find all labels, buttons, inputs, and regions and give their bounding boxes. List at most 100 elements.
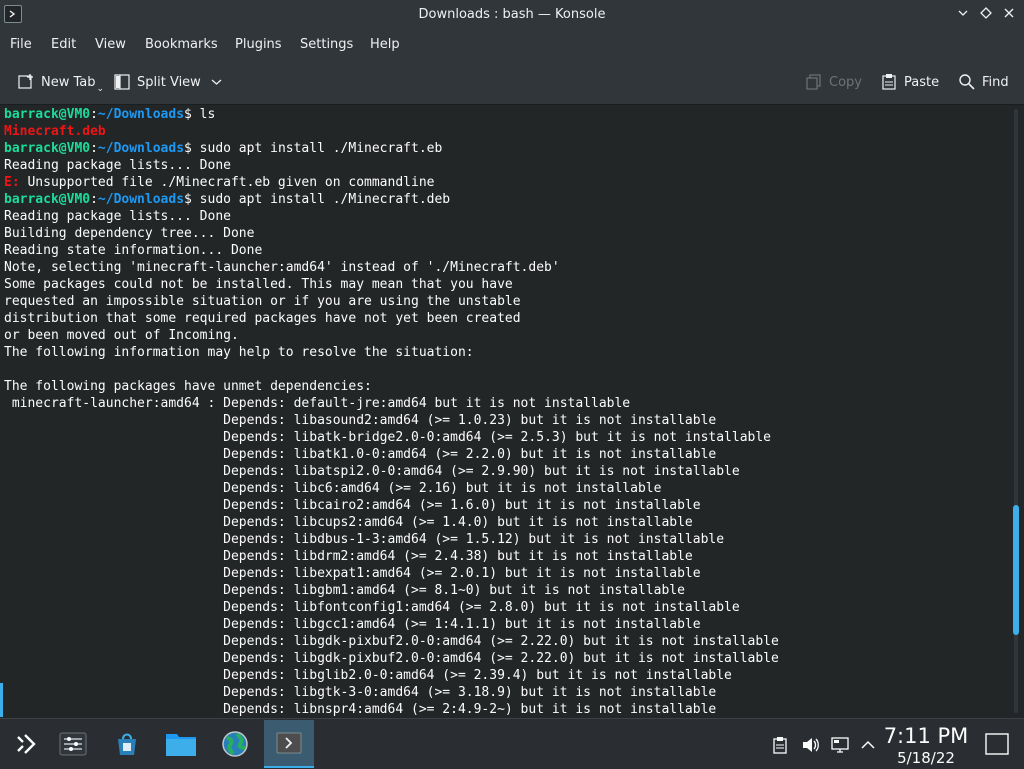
menu-plugins[interactable]: Plugins — [235, 37, 282, 52]
terminal-line: Minecraft.deb — [4, 123, 779, 140]
terminal-line: Depends: libasound2:amd64 (>= 1.0.23) bu… — [4, 412, 779, 429]
output-text: The following information may help to re… — [4, 345, 474, 360]
application-launcher-icon[interactable] — [0, 720, 50, 768]
output-text: Some packages could not be installed. Th… — [4, 277, 513, 292]
menu-settings[interactable]: Settings — [300, 37, 353, 52]
output-text: distribution that some required packages… — [4, 311, 521, 326]
terminal-line: requested an impossible situation or if … — [4, 293, 779, 310]
terminal-line: distribution that some required packages… — [4, 310, 779, 327]
clock-time[interactable]: 7:11 PM — [880, 724, 972, 748]
browser-globe-icon[interactable] — [210, 720, 260, 768]
menu-file[interactable]: File — [10, 37, 32, 52]
terminal-line: Depends: libatspi2.0-0:amd64 (>= 2.9.90)… — [4, 463, 779, 480]
output-text: Depends: libdrm2:amd64 (>= 2.4.38) but i… — [4, 549, 693, 564]
output-text: Note, selecting 'minecraft-launcher:amd6… — [4, 260, 560, 275]
menu-edit[interactable]: Edit — [51, 37, 76, 52]
terminal-edge-marker — [0, 683, 3, 717]
output-text: Depends: libexpat1:amd64 (>= 2.0.1) but … — [4, 566, 701, 581]
output-text: Depends: libc6:amd64 (>= 2.16) but it is… — [4, 481, 662, 496]
split-view-label: Split View — [137, 74, 201, 90]
terminal-line: Depends: libatk-bridge2.0-0:amd64 (>= 2.… — [4, 429, 779, 446]
konsole-icon[interactable] — [264, 720, 314, 768]
output-text: Depends: libgtk-3-0:amd64 (>= 3.18.9) bu… — [4, 685, 717, 700]
prompt-command: sudo apt install ./Minecraft.deb — [199, 192, 451, 207]
window-title: Downloads : bash — Konsole — [418, 7, 606, 22]
task-manager-icon[interactable] — [48, 720, 98, 768]
output-text: Depends: libgdk-pixbuf2.0-0:amd64 (>= 2.… — [4, 634, 779, 649]
terminal-line: barrack@VM0:~/Downloads$ sudo apt instal… — [4, 141, 443, 156]
terminal-line: Depends: libgdk-pixbuf2.0-0:amd64 (>= 2.… — [4, 650, 779, 667]
clock-date[interactable]: 5/18/22 — [880, 749, 972, 767]
error-tag: E: — [4, 175, 20, 190]
split-view-button[interactable]: Split View — [113, 60, 222, 104]
terminal-line: Depends: libdrm2:amd64 (>= 2.4.38) but i… — [4, 548, 779, 565]
chevron-down-icon[interactable] — [211, 75, 222, 90]
copy-button[interactable]: Copy — [805, 60, 862, 104]
terminal-line: or been moved out of Incoming. — [4, 327, 779, 344]
output-text: Depends: libatspi2.0-0:amd64 (>= 2.9.90)… — [4, 464, 740, 479]
prompt-path: ~/Downloads — [97, 141, 185, 156]
paste-icon — [880, 73, 898, 91]
close-icon[interactable] — [1001, 7, 1017, 23]
volume-icon[interactable] — [801, 736, 819, 754]
clipboard-icon[interactable] — [771, 736, 789, 754]
minimize-icon[interactable] — [955, 7, 971, 23]
terminal-line: Depends: libgbm1:amd64 (>= 8.1~0) but it… — [4, 582, 779, 599]
find-label: Find — [982, 74, 1009, 90]
output-text: Depends: libdbus-1-3:amd64 (>= 1.5.12) b… — [4, 532, 725, 547]
output-text: Depends: libcups2:amd64 (>= 1.4.0) but i… — [4, 515, 693, 530]
terminal-line: barrack@VM0:~/Downloads$ ls — [4, 107, 216, 122]
title-bar[interactable]: Downloads : bash — Konsole — [0, 0, 1024, 30]
new-tab-dropdown-icon[interactable]: ⌄ — [97, 84, 105, 94]
terminal-line: Reading state information... Done — [4, 242, 779, 259]
prompt-user-host: barrack@VM0 — [4, 192, 91, 207]
menu-help[interactable]: Help — [370, 37, 400, 52]
paste-button[interactable]: Paste — [880, 60, 939, 104]
file-manager-icon[interactable] — [156, 720, 206, 768]
expand-tray-icon[interactable] — [859, 736, 877, 754]
network-icon[interactable] — [830, 736, 849, 754]
find-button[interactable]: Find — [958, 60, 1009, 104]
terminal-line: Depends: libc6:amd64 (>= 2.16) but it is… — [4, 480, 779, 497]
maximize-icon[interactable] — [978, 7, 994, 23]
new-tab-button[interactable]: New Tab ⌄ — [17, 60, 104, 104]
scrollbar-thumb[interactable] — [1013, 505, 1019, 635]
terminal-line: Depends: libexpat1:amd64 (>= 2.0.1) but … — [4, 565, 779, 582]
file-name: Minecraft.deb — [4, 124, 106, 139]
terminal-area[interactable]: barrack@VM0:~/Downloads$ ls Minecraft.deb… — [0, 105, 1008, 717]
error-message: Unsupported file ./Minecraft.eb given on… — [19, 175, 435, 190]
terminal-line: Depends: libcups2:amd64 (>= 1.4.0) but i… — [4, 514, 779, 531]
prompt-command: sudo apt install ./Minecraft.eb — [199, 141, 443, 156]
show-desktop-icon[interactable] — [985, 732, 1009, 756]
output-text: Depends: libgbm1:amd64 (>= 8.1~0) but it… — [4, 583, 685, 598]
scrollbar[interactable] — [1008, 105, 1024, 717]
output-text: Depends: libasound2:amd64 (>= 1.0.23) bu… — [4, 413, 717, 428]
terminal-line: E: Unsupported file ./Minecraft.eb given… — [4, 174, 779, 191]
terminal-line: Depends: libcairo2:amd64 (>= 1.6.0) but … — [4, 497, 779, 514]
toolbar: New Tab ⌄ Split View Copy Paste Find — [0, 60, 1024, 105]
search-icon — [958, 73, 976, 91]
discover-store-icon[interactable] — [102, 720, 152, 768]
split-view-icon — [113, 73, 131, 91]
menu-view[interactable]: View — [95, 37, 126, 52]
menu-bookmarks[interactable]: Bookmarks — [145, 37, 218, 52]
prompt-path: ~/Downloads — [97, 107, 185, 122]
terminal-line: barrack@VM0:~/Downloads$ sudo apt instal… — [4, 192, 451, 207]
output-text: Depends: libglib2.0-0:amd64 (>= 2.39.4) … — [4, 668, 732, 683]
terminal-line: Depends: libgcc1:amd64 (>= 1:4.1.1) but … — [4, 616, 779, 633]
terminal-line: minecraft-launcher:amd64 : Depends: defa… — [4, 395, 779, 412]
output-text: Depends: libatk1.0-0:amd64 (>= 2.2.0) bu… — [4, 447, 717, 462]
output-text: Building dependency tree... Done — [4, 226, 255, 241]
prompt-path: ~/Downloads — [97, 192, 185, 207]
terminal-line: Depends: libdbus-1-3:amd64 (>= 1.5.12) b… — [4, 531, 779, 548]
output-text: Depends: libnspr4:amd64 (>= 2:4.9-2~) bu… — [4, 702, 717, 717]
prompt-command: ls — [199, 107, 216, 122]
output-text: Reading package lists... Done — [4, 209, 231, 224]
new-tab-icon — [17, 73, 35, 91]
menu-bar: File Edit View Bookmarks Plugins Setting… — [0, 30, 1024, 60]
output-text: minecraft-launcher:amd64 : Depends: defa… — [4, 396, 631, 411]
output-text: requested an impossible situation or if … — [4, 294, 521, 309]
prompt-user-host: barrack@VM0 — [4, 141, 91, 156]
prompt-user-host: barrack@VM0 — [4, 107, 91, 122]
